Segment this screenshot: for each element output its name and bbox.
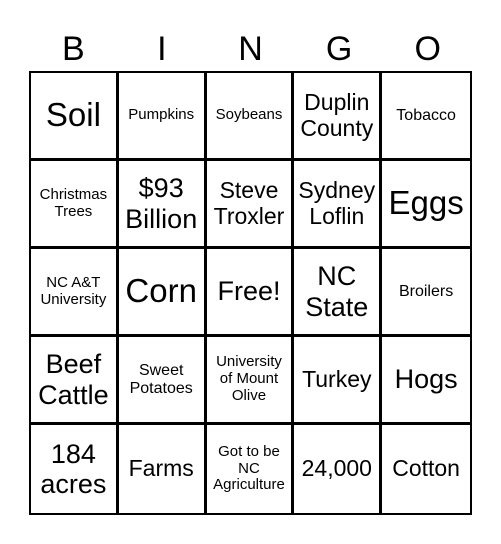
bingo-cell-g3[interactable]: NC State — [294, 249, 383, 337]
header-letter-i: I — [157, 30, 167, 68]
bingo-cell-label: Duplin County — [300, 88, 374, 141]
bingo-cell-o2[interactable]: Eggs — [382, 161, 470, 249]
bingo-cell-o4[interactable]: Hogs — [382, 337, 470, 425]
bingo-cell-b2[interactable]: Christmas Trees — [31, 161, 119, 249]
bingo-cell-g2[interactable]: Sydney Loflin — [294, 161, 383, 249]
header-letter-g: G — [325, 30, 353, 68]
bingo-cell-label: Steve Troxler — [213, 176, 285, 229]
bingo-cell-b1[interactable]: Soil — [31, 73, 119, 161]
bingo-cell-label: Soybeans — [215, 106, 283, 124]
free-space-cell[interactable]: Free! — [206, 249, 295, 337]
bingo-card-grid: Soil Pumpkins Soybeans Duplin County Tobacco… — [29, 71, 472, 515]
bingo-cell-label: Broilers — [398, 282, 454, 300]
bingo-cell-n1[interactable]: Soybeans — [206, 73, 295, 161]
bingo-cell-o1[interactable]: Tobacco — [382, 73, 470, 161]
bingo-cell-label: University of Mount Olive — [216, 353, 282, 404]
header-letter-n: N — [238, 30, 263, 68]
bingo-cell-i2[interactable]: $93 Billion — [118, 161, 207, 249]
bingo-cell-label: Turkey — [302, 365, 372, 392]
bingo-cell-label: Hogs — [394, 364, 458, 395]
header-letter-b: B — [61, 30, 85, 68]
bingo-cell-n2[interactable]: Steve Troxler — [206, 161, 295, 249]
bingo-cell-label: Eggs — [388, 184, 464, 222]
bingo-cell-b3[interactable]: NC A&T University — [31, 249, 119, 337]
bingo-header: B I N G O — [29, 28, 472, 70]
bingo-cell-label: NC State — [305, 261, 369, 322]
bingo-cell-n5[interactable]: Got to be NC Agriculture — [207, 425, 295, 513]
bingo-cell-label: Tobacco — [396, 106, 456, 124]
bingo-cell-label: Pumpkins — [128, 106, 195, 124]
bingo-cell-label: Free! — [217, 276, 281, 307]
bingo-cell-g4[interactable]: Turkey — [294, 337, 383, 425]
bingo-cell-o5[interactable]: Cotton — [382, 425, 470, 513]
bingo-cell-label: Soil — [45, 96, 101, 134]
bingo-cell-label: $93 Billion — [125, 173, 198, 234]
bingo-cell-b5[interactable]: 184 acres — [31, 425, 119, 513]
bingo-cell-label: 184 acres — [40, 438, 107, 499]
bingo-cell-i5[interactable]: Farms — [119, 425, 207, 513]
bingo-cell-label: Cotton — [392, 455, 460, 482]
bingo-cell-label: 24,000 — [301, 455, 372, 482]
bingo-cell-i4[interactable]: Sweet Potatoes — [118, 337, 207, 425]
bingo-cell-b4[interactable]: Beef Cattle — [31, 337, 119, 425]
bingo-cell-label: Got to be NC Agriculture — [213, 442, 285, 494]
header-letter-o: O — [414, 30, 441, 68]
bingo-cell-g1[interactable]: Duplin County — [294, 73, 383, 161]
bingo-cell-o3[interactable]: Broilers — [382, 249, 470, 337]
bingo-cell-n4[interactable]: University of Mount Olive — [206, 337, 295, 425]
bingo-cell-g5[interactable]: 24,000 — [294, 425, 383, 513]
bingo-cell-label: Sydney Loflin — [298, 176, 376, 229]
bingo-cell-i3[interactable]: Corn — [118, 249, 207, 337]
bingo-cell-label: Corn — [125, 272, 197, 310]
bingo-cell-i1[interactable]: Pumpkins — [118, 73, 207, 161]
bingo-cell-label: NC A&T University — [40, 273, 107, 308]
bingo-cell-label: Farms — [128, 455, 194, 482]
bingo-cell-label: Christmas Trees — [39, 185, 108, 220]
bingo-cell-label: Beef Cattle — [38, 349, 109, 410]
bingo-cell-label: Sweet Potatoes — [129, 361, 193, 397]
